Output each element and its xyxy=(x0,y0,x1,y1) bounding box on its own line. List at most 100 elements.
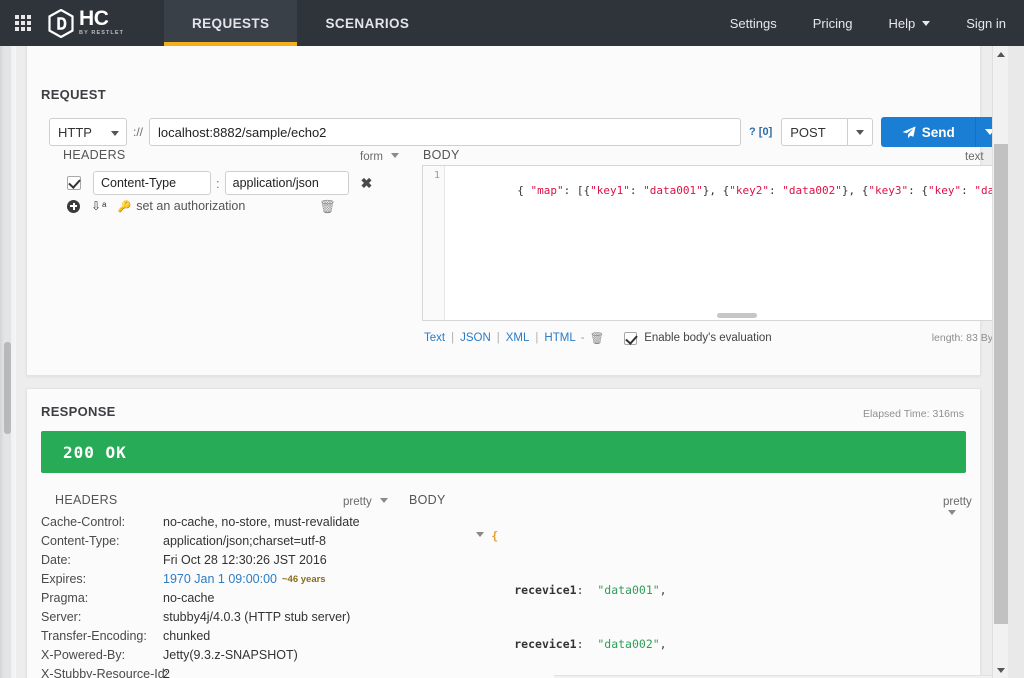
tab-scenarios-label: SCENARIOS xyxy=(325,15,410,31)
request-header-separator: : xyxy=(216,175,220,191)
response-headers-mode-select[interactable]: pretty xyxy=(343,496,388,508)
header-value: application/json;charset=utf-8 xyxy=(163,534,326,548)
http-method-dropdown-button[interactable] xyxy=(847,118,874,146)
editor-scrollbar-thumb[interactable] xyxy=(717,313,757,318)
brand-logo[interactable]: HC BY RESTLET xyxy=(46,0,164,46)
format-separator: | xyxy=(451,332,455,344)
header-name: Expires: xyxy=(41,572,87,586)
page-body: REQUEST HTTP :// ? [0] POST xyxy=(0,46,1024,678)
enable-body-evaluation[interactable]: Enable body's evaluation xyxy=(624,331,772,345)
body-format-html[interactable]: HTML xyxy=(544,332,575,344)
key-icon: 🔑 xyxy=(117,200,132,213)
http-method-select[interactable]: POST xyxy=(781,118,848,146)
editor-line-gutter: 1 xyxy=(423,166,445,320)
format-separator: | xyxy=(496,332,500,344)
json-value: "data001" xyxy=(597,583,660,597)
nav-link-settings[interactable]: Settings xyxy=(712,0,795,46)
table-row: Transfer-Encoding: chunked xyxy=(41,627,386,646)
nav-link-help[interactable]: Help xyxy=(871,0,949,46)
json-open-brace: { xyxy=(491,529,499,543)
protocol-select[interactable]: HTTP xyxy=(49,118,127,146)
body-format-xml[interactable]: XML xyxy=(506,332,530,344)
chevron-up-icon xyxy=(997,51,1005,57)
tab-requests[interactable]: REQUESTS xyxy=(164,0,298,46)
apps-grid-icon xyxy=(15,15,31,31)
chevron-down-icon xyxy=(997,667,1005,673)
request-headers-mode-select[interactable]: form xyxy=(360,151,400,163)
left-scroll-gutter xyxy=(0,46,16,678)
body-format-text[interactable]: Text xyxy=(424,332,445,344)
header-name: Transfer-Encoding: xyxy=(41,629,147,643)
enable-body-evaluation-checkbox[interactable] xyxy=(624,331,638,345)
header-value[interactable]: 1970 Jan 1 09:00:00 xyxy=(163,570,277,589)
request-headers-mode-value: form xyxy=(360,151,383,163)
request-body-code: { "map": [{"key1": "data001"}, {"key2": … xyxy=(517,184,1006,197)
header-name: Server: xyxy=(41,610,82,624)
request-header-value-input[interactable] xyxy=(224,171,349,195)
page-scrollbar-thumb[interactable] xyxy=(994,144,1008,624)
request-headers-toolbar: ⇩ ᵃ 🔑 set an authorization xyxy=(67,199,245,213)
body-format-json[interactable]: JSON xyxy=(460,332,491,344)
send-button-label: Send xyxy=(921,124,955,140)
clear-body-icon[interactable]: 🗑 xyxy=(590,331,605,345)
nav-link-sign-in[interactable]: Sign in xyxy=(948,0,1024,46)
remove-header-icon[interactable]: ✖ xyxy=(361,176,373,190)
response-body-label: BODY xyxy=(409,493,446,507)
url-help-badge[interactable]: ? [0] xyxy=(741,126,781,138)
response-status-bar: 200 OK xyxy=(41,431,966,473)
content-scroll-area: REQUEST HTTP :// ? [0] POST xyxy=(16,46,1008,678)
table-row: Content-Type: application/json;charset=u… xyxy=(41,532,386,551)
collapse-toggle-icon[interactable] xyxy=(476,532,485,537)
send-button[interactable]: Send xyxy=(881,117,976,147)
delete-headers-icon[interactable]: 🗑 xyxy=(319,199,336,215)
chevron-down-icon xyxy=(379,498,388,503)
header-value: 2 xyxy=(163,667,170,678)
editor-horizontal-scrollbar[interactable] xyxy=(445,310,1006,320)
header-value-relative: ~46 years xyxy=(282,574,326,585)
request-header-enabled-checkbox[interactable] xyxy=(67,176,81,190)
navbar-right-links: Settings Pricing Help Sign in xyxy=(712,0,1024,46)
header-name: Date: xyxy=(41,553,71,567)
add-header-icon[interactable] xyxy=(67,199,80,213)
tab-scenarios[interactable]: SCENARIOS xyxy=(297,0,437,46)
response-status-text: 200 OK xyxy=(63,442,127,462)
sort-headers-icon[interactable]: ⇩ ᵃ xyxy=(91,199,107,213)
set-authorization-link[interactable]: set an authorization xyxy=(136,199,245,213)
nav-link-pricing[interactable]: Pricing xyxy=(795,0,871,46)
response-headers-mode-value: pretty xyxy=(343,496,372,508)
protocol-value: HTTP xyxy=(58,124,92,140)
apps-grid-button[interactable] xyxy=(0,0,46,46)
json-line: recevice1: "data001", xyxy=(407,563,967,617)
header-value: Jetty(9.3.z-SNAPSHOT) xyxy=(163,648,298,662)
nav-link-help-label: Help xyxy=(888,15,916,31)
left-scrollbar-thumb[interactable] xyxy=(4,342,11,434)
chevron-down-icon xyxy=(391,153,400,158)
footer-dash: - xyxy=(580,332,585,344)
tab-requests-label: REQUESTS xyxy=(192,15,270,31)
json-line: { xyxy=(407,509,967,563)
header-name: Cache-Control: xyxy=(41,515,126,529)
table-row: Date: Fri Oct 28 12:30:26 JST 2016 xyxy=(41,551,386,570)
header-name: Pragma: xyxy=(41,591,89,605)
format-separator: | xyxy=(535,332,539,344)
table-row: X-Powered-By: Jetty(9.3.z-SNAPSHOT) xyxy=(41,646,386,665)
request-body-footer: Text | JSON | XML | HTML - 🗑 Enable body… xyxy=(424,331,1007,345)
request-url-input[interactable] xyxy=(149,118,742,146)
json-colon: : xyxy=(576,637,584,651)
request-body-mode-value: text xyxy=(965,151,984,163)
request-header-key-input[interactable] xyxy=(93,171,211,195)
response-headers-table: Cache-Control: no-cache, no-store, must-… xyxy=(41,513,386,678)
table-row: Server: stubby4j/4.0.3 (HTTP stub server… xyxy=(41,608,386,627)
response-section-title: RESPONSE xyxy=(41,404,116,419)
scrollbar-down-arrow[interactable] xyxy=(993,662,1008,678)
request-body-editor[interactable]: 1 { "map": [{"key1": "data001"}, {"key2"… xyxy=(422,165,1007,321)
page-vertical-scrollbar[interactable] xyxy=(992,46,1008,678)
paper-plane-icon xyxy=(902,125,916,138)
request-header-row: : ✖ xyxy=(67,171,372,195)
header-value: chunked xyxy=(163,629,211,643)
scrollbar-up-arrow[interactable] xyxy=(993,46,1008,62)
request-body-label: BODY xyxy=(423,148,460,162)
brand-tagline: BY RESTLET xyxy=(79,30,125,36)
request-url-row: HTTP :// ? [0] POST Send xyxy=(49,117,1004,147)
brand-name: HC xyxy=(79,7,109,30)
